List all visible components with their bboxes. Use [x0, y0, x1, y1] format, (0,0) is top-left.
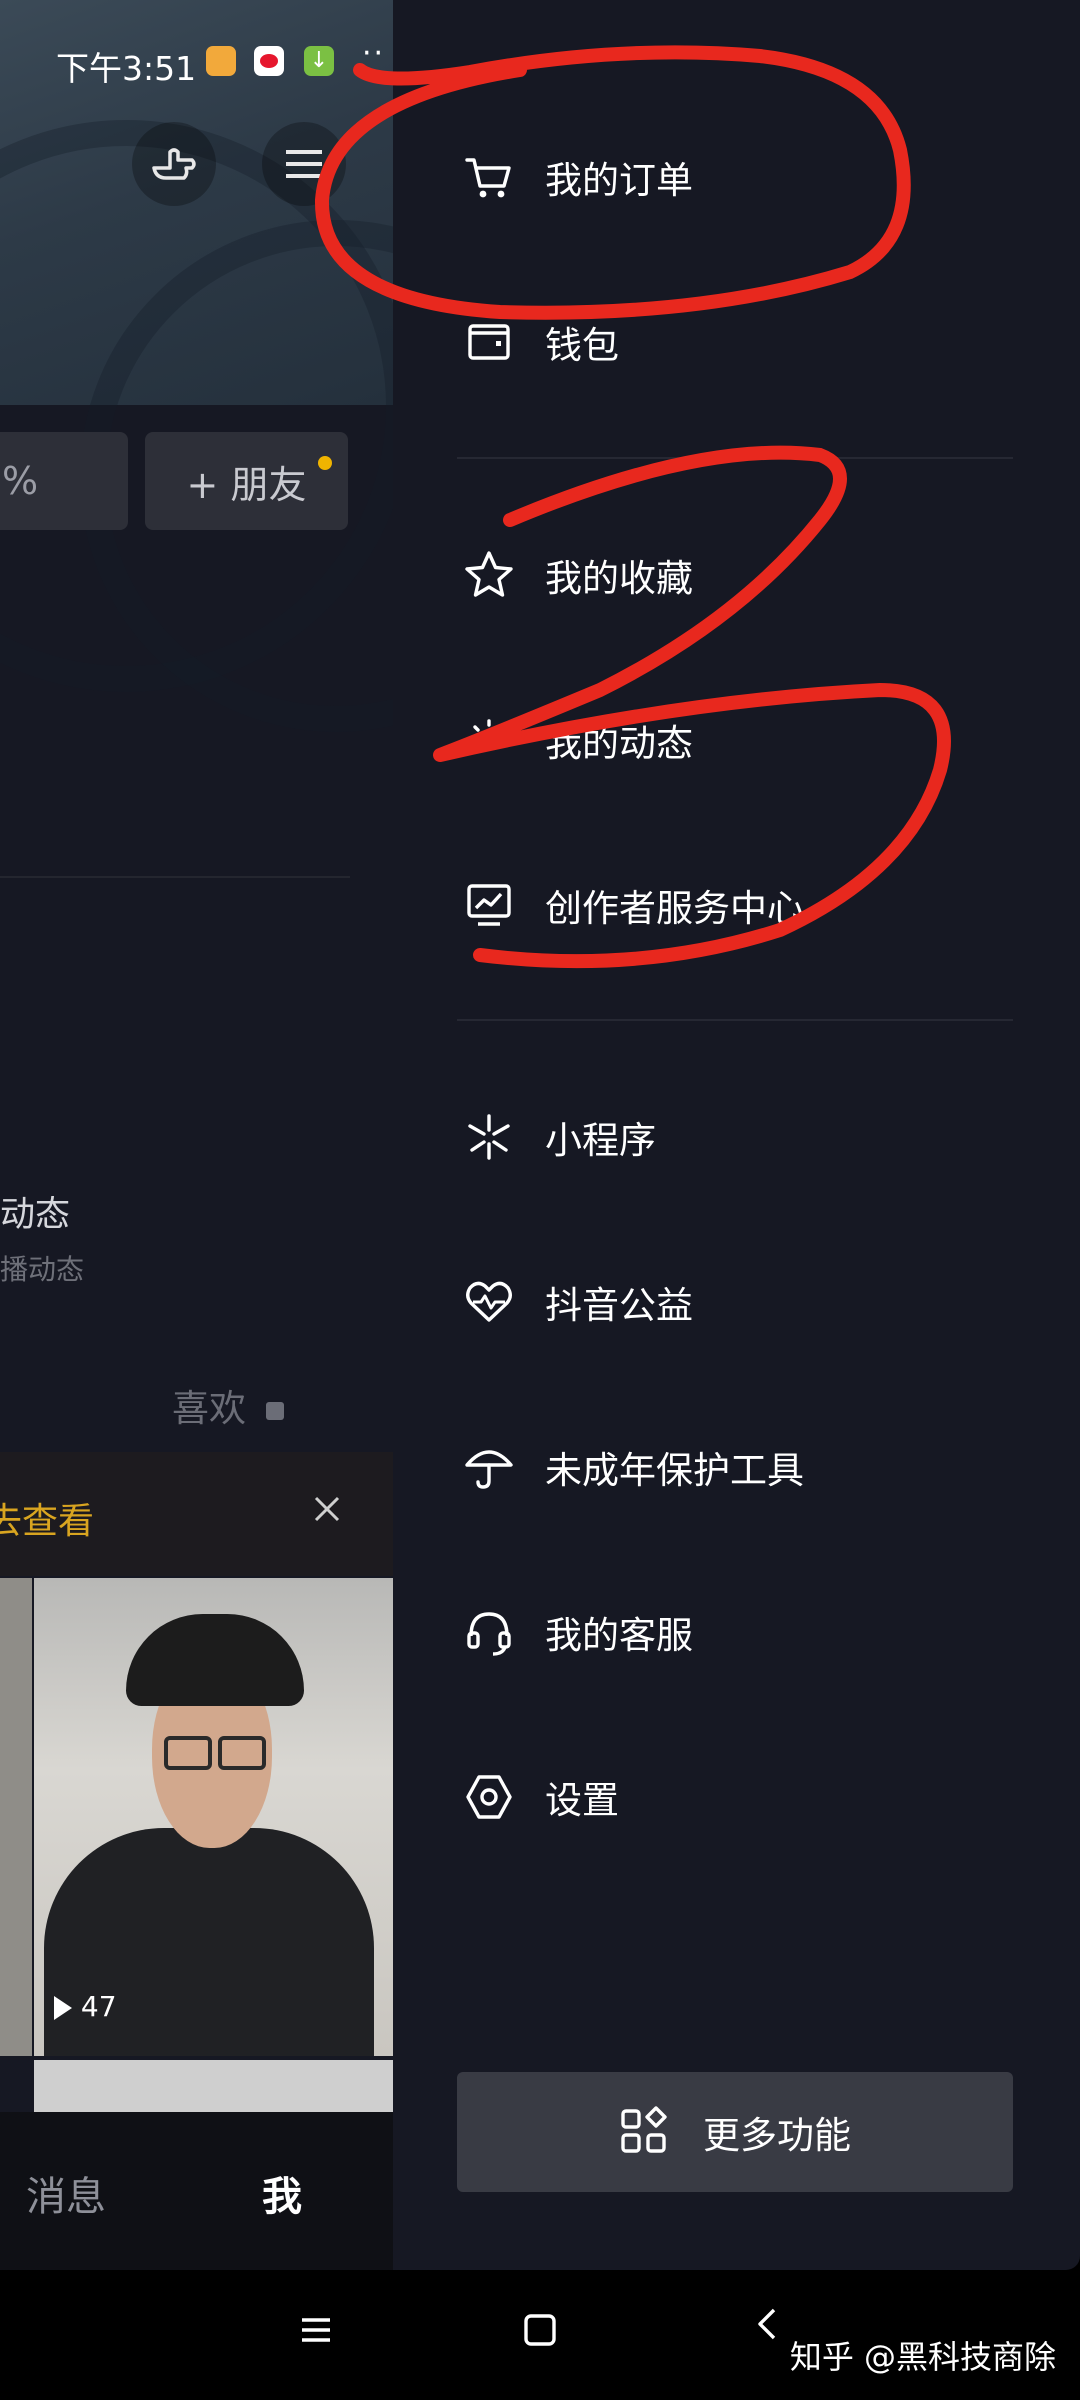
- star-icon: [461, 547, 517, 603]
- edit-profile-button[interactable]: %: [0, 432, 128, 530]
- more-notifications-icon: ··: [362, 36, 386, 71]
- menu-item-label: 钱包: [545, 324, 619, 367]
- promo-banner[interactable]: 去查看: [0, 1452, 400, 1576]
- menu-item-minor-protection[interactable]: 未成年保护工具: [461, 1422, 1021, 1512]
- sparkle-icon: [461, 712, 517, 768]
- menu-item-label: 我的客服: [545, 1614, 693, 1657]
- likes-tab-label: 喜欢: [172, 1387, 246, 1430]
- video-thumbnail[interactable]: 47: [34, 1578, 400, 2056]
- settings-hexagon-icon: [461, 1769, 517, 1825]
- more-features-label: 更多功能: [703, 2114, 851, 2157]
- home-icon[interactable]: [520, 2310, 560, 2354]
- video-thumbnail-next[interactable]: [34, 2060, 400, 2112]
- menu-item-label: 我的动态: [545, 722, 693, 765]
- side-drawer: 我的订单 钱包 我的收藏 我的动态 创作者服务中心 小程序 抖音公益 未成年保护…: [393, 0, 1080, 2270]
- zhihu-watermark: 知乎 @黑科技商除: [789, 2338, 1056, 2376]
- bottom-nav: 消息 我: [0, 2112, 400, 2270]
- menu-item-settings[interactable]: 设置: [461, 1752, 1021, 1842]
- chart-monitor-icon: [461, 877, 517, 933]
- gesture-button[interactable]: [132, 122, 216, 206]
- menu-item-my-favorites[interactable]: 我的收藏: [461, 530, 1021, 620]
- menu-button[interactable]: [262, 122, 346, 206]
- menu-item-label: 设置: [545, 1779, 619, 1822]
- menu-item-label: 小程序: [545, 1119, 656, 1162]
- status-time: 下午3:51: [56, 49, 197, 88]
- section-title: 动态: [0, 1195, 71, 1235]
- menu-item-my-activity[interactable]: 我的动态: [461, 695, 1021, 785]
- add-friend-button[interactable]: + 朋友: [145, 432, 348, 530]
- back-icon[interactable]: [752, 2304, 782, 2348]
- likes-tab[interactable]: 喜欢: [172, 1378, 284, 1432]
- divider: [0, 876, 350, 878]
- close-icon[interactable]: [310, 1492, 344, 1530]
- play-icon: [54, 1996, 72, 2020]
- menu-item-label: 抖音公益: [545, 1284, 693, 1327]
- weibo-icon: [254, 46, 284, 76]
- nav-messages[interactable]: 消息: [26, 2164, 106, 2222]
- nav-me[interactable]: 我: [262, 2164, 302, 2222]
- play-count-value: 47: [80, 1990, 117, 2023]
- play-count: 47: [54, 1990, 117, 2023]
- heart-charity-icon: [461, 1274, 517, 1330]
- notification-icon: [206, 46, 236, 76]
- menu-item-label: 创作者服务中心: [545, 887, 804, 930]
- umbrella-icon: [461, 1439, 517, 1495]
- menu-item-customer-service[interactable]: 我的客服: [461, 1587, 1021, 1677]
- add-friend-label: + 朋友: [186, 462, 307, 507]
- new-badge: [318, 456, 332, 470]
- shopping-cart-icon: [461, 149, 517, 205]
- promo-text: 去查看: [0, 1501, 95, 1542]
- more-features-button[interactable]: 更多功能: [457, 2072, 1013, 2192]
- recent-apps-icon[interactable]: [296, 2310, 336, 2354]
- mini-program-icon: [461, 1109, 517, 1165]
- edit-profile-label: %: [2, 459, 39, 503]
- menu-item-label: 未成年保护工具: [545, 1449, 804, 1492]
- menu-item-my-orders[interactable]: 我的订单: [461, 132, 1021, 222]
- menu-item-mini-programs[interactable]: 小程序: [461, 1092, 1021, 1182]
- wallet-icon: [461, 314, 517, 370]
- lock-icon: [265, 1401, 284, 1420]
- background-profile-page: 下午3:51 ↓ ·· % + 朋友 动态 播动态 喜欢 去查看 47 消息 我: [0, 0, 400, 2270]
- grid-apps-icon: [619, 2105, 669, 2159]
- headset-icon: [461, 1604, 517, 1660]
- drawer-divider: [457, 457, 1013, 459]
- menu-item-label: 我的收藏: [545, 557, 693, 600]
- section-subtitle: 播动态: [0, 1253, 85, 1286]
- video-thumbnail-partial[interactable]: [0, 1578, 32, 2056]
- menu-item-wallet[interactable]: 钱包: [461, 297, 1021, 387]
- drawer-divider: [457, 1019, 1013, 1021]
- menu-item-douyin-charity[interactable]: 抖音公益: [461, 1257, 1021, 1347]
- menu-item-label: 我的订单: [545, 159, 693, 202]
- download-icon: ↓: [304, 46, 334, 76]
- menu-item-creator-center[interactable]: 创作者服务中心: [461, 860, 1021, 950]
